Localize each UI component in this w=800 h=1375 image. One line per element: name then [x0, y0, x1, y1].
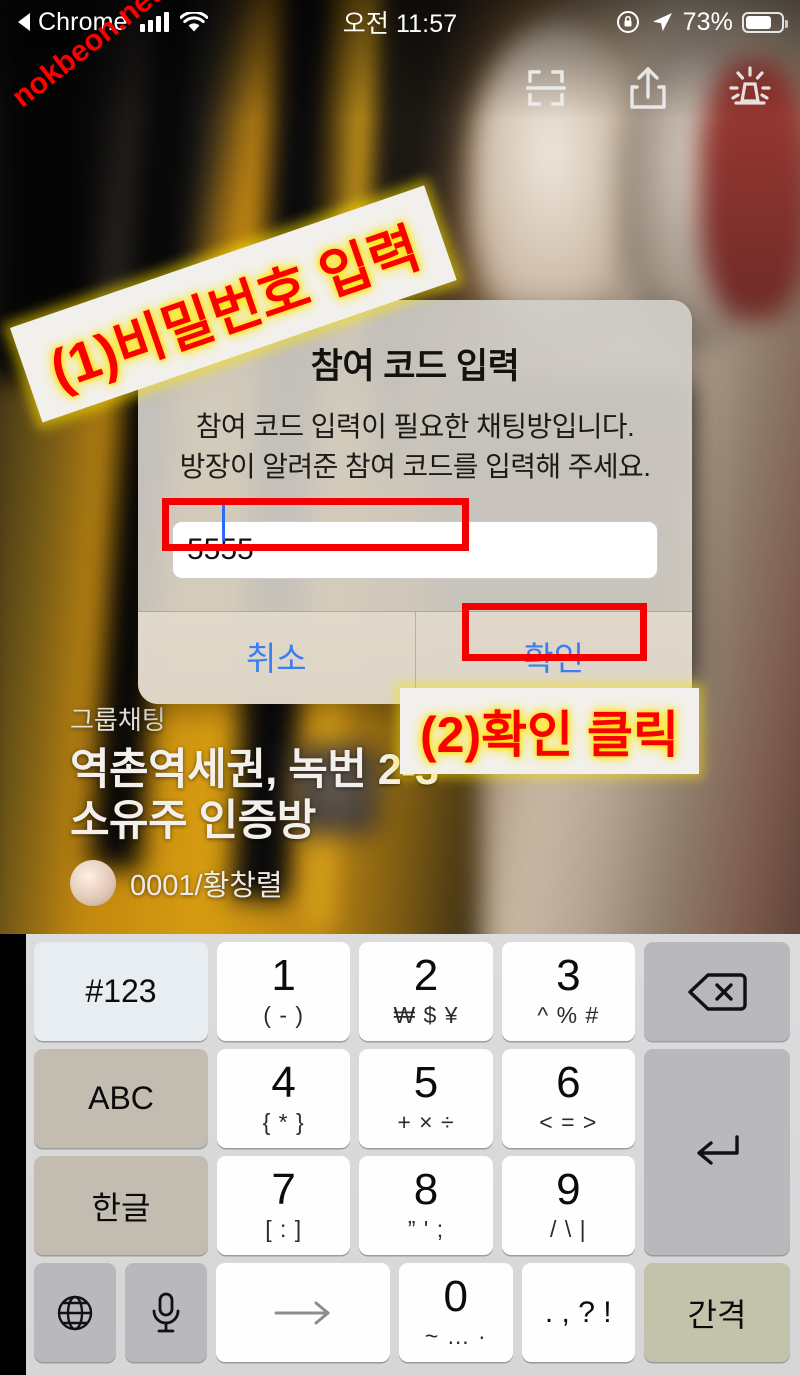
key-label: ABC	[88, 1080, 154, 1116]
key-sublabel: ( - )	[263, 1002, 305, 1028]
dialog-message: 참여 코드 입력이 필요한 채팅방입니다. 방장이 알려준 참여 코드를 입력해…	[164, 407, 666, 487]
scan-code-icon[interactable]	[518, 60, 574, 116]
key-hangul[interactable]: 한글	[34, 1156, 208, 1255]
key-return[interactable]	[644, 1049, 790, 1255]
key-label: 1	[271, 951, 296, 1000]
return-icon	[689, 1129, 745, 1175]
key-mic[interactable]	[125, 1263, 207, 1362]
highlight-box-input	[162, 498, 469, 551]
key-label: #123	[85, 973, 157, 1009]
key-space[interactable]: 간격	[644, 1263, 790, 1362]
key-8[interactable]: 8 ” ' ;	[359, 1156, 493, 1255]
key-9[interactable]: 9 / \ |	[501, 1156, 635, 1255]
highlight-box-confirm	[462, 603, 647, 661]
keyboard-row-4: 0 ~ … · . , ? ! 간격	[30, 1263, 794, 1362]
key-punctuation[interactable]: . , ? !	[521, 1263, 635, 1362]
backspace-icon	[686, 970, 748, 1014]
key-sublabel: ~ … ·	[424, 1323, 487, 1349]
room-type-label: 그룹채팅	[70, 705, 166, 735]
chatroom-info: 그룹채팅 역촌역세권, 녹번 2-3 소유주 인증방 0001/황창렬	[70, 700, 439, 907]
key-label: 5	[413, 1058, 439, 1107]
key-symbols[interactable]: #123	[34, 942, 208, 1041]
key-sublabel: ” ' ;	[407, 1216, 445, 1242]
numeric-keyboard: #123 1 ( - ) 2 ₩ $ ¥ 3 ^ % # ABC 4 {*}…	[0, 934, 800, 1375]
cancel-button[interactable]: 취소	[138, 611, 416, 704]
key-4[interactable]: 4 { * }	[217, 1049, 351, 1148]
key-sublabel: ^ % #	[537, 1002, 600, 1028]
key-label: 9	[556, 1165, 581, 1214]
key-label: 8	[413, 1165, 439, 1214]
avatar	[70, 860, 116, 907]
key-label: . , ? !	[544, 1295, 612, 1329]
key-0[interactable]: 0 ~ … ·	[399, 1263, 513, 1362]
battery-percent-label: 73%	[682, 7, 733, 36]
key-sublabel: ₩ $ ¥	[393, 1002, 459, 1028]
dialog-message-line-2: 방장이 알려준 참여 코드를 입력해 주세요.	[179, 450, 651, 482]
key-5[interactable]: 5 + × ÷	[359, 1049, 493, 1148]
location-arrow-icon	[650, 10, 674, 34]
key-7[interactable]: 7 [ : ]	[217, 1156, 351, 1255]
rotation-lock-icon	[615, 9, 641, 35]
arrow-right-icon	[270, 1299, 336, 1327]
key-abc[interactable]: ABC	[34, 1049, 208, 1148]
key-label: 6	[556, 1058, 581, 1107]
key-sublabel: < = >	[539, 1109, 598, 1135]
share-icon[interactable]	[620, 60, 676, 116]
key-arrow-right[interactable]	[216, 1263, 390, 1362]
annotation-step-2: (2)확인 클릭	[400, 688, 699, 774]
key-label: 2	[413, 951, 439, 1000]
globe-icon	[53, 1291, 97, 1335]
key-2[interactable]: 2 ₩ $ ¥	[359, 942, 493, 1041]
key-label: 3	[556, 951, 581, 1000]
key-1[interactable]: 1 ( - )	[217, 942, 351, 1041]
room-owner: 0001/황창렬	[70, 860, 438, 907]
battery-icon	[742, 11, 788, 33]
key-globe[interactable]	[34, 1263, 116, 1362]
key-label: 7	[271, 1165, 296, 1214]
key-sublabel: + × ÷	[397, 1109, 455, 1135]
room-title-line-1: 역촌역세권, 녹번 2-3	[70, 746, 439, 794]
key-label: 0	[443, 1272, 468, 1321]
key-sublabel: { * }	[262, 1109, 305, 1135]
key-sublabel: / \ |	[550, 1216, 587, 1242]
key-3[interactable]: 3 ^ % #	[501, 942, 635, 1041]
status-bar-right: 73%	[615, 7, 788, 37]
key-6[interactable]: 6 < = >	[501, 1049, 635, 1148]
room-owner-name: 0001/황창렬	[130, 870, 283, 903]
phone-screen: Chrome 오전 11:57 73% 그룹채팅 역촌역세권, 녹번 2-3 소…	[0, 0, 800, 1375]
dialog-message-line-1: 참여 코드 입력이 필요한 채팅방입니다.	[195, 411, 635, 442]
key-label: 한글	[91, 1189, 151, 1226]
top-action-bar	[518, 60, 778, 116]
room-title-line-2: 소유주 인증방	[70, 796, 316, 845]
key-label: 간격	[687, 1296, 747, 1333]
siren-alert-icon[interactable]	[722, 60, 778, 116]
microphone-icon	[146, 1290, 186, 1336]
key-backspace[interactable]	[643, 942, 790, 1041]
key-sublabel: [ : ]	[265, 1216, 303, 1242]
page-title: 역촌역세권, 녹번 2-3 소유주 인증방	[70, 745, 439, 846]
keyboard-row-1: #123 1 ( - ) 2 ₩ $ ¥ 3 ^ % #	[30, 942, 794, 1041]
key-label: 4	[271, 1058, 296, 1107]
